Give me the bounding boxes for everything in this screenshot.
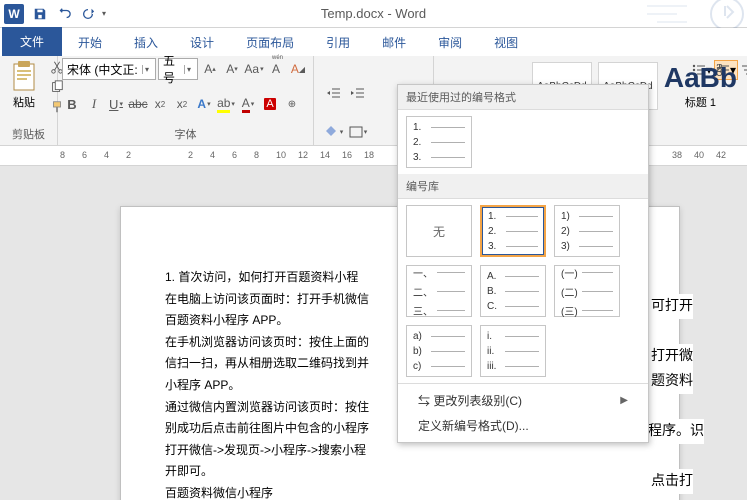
title-decoration <box>627 0 747 28</box>
tab-view[interactable]: 视图 <box>478 29 534 56</box>
save-icon[interactable] <box>30 4 50 24</box>
numbering-thumb-dot[interactable]: 1. 2. 3. <box>480 205 546 257</box>
panel-header-recent: 最近使用过的编号格式 <box>398 85 648 110</box>
clipboard-label: 剪贴板 <box>4 126 53 143</box>
doc-line[interactable]: 百题资料微信小程序 <box>165 483 635 500</box>
doc-fragment: 程序。识 <box>648 419 704 444</box>
numbering-thumb-abc-upper[interactable]: A. B. C. <box>480 265 546 317</box>
grow-font-icon[interactable]: A▴ <box>200 58 220 80</box>
font-color-button[interactable]: A▾ <box>238 93 258 115</box>
ribbon-tabs: 文件 开始 插入 设计 页面布局 引用 邮件 审阅 视图 <box>0 28 747 56</box>
paste-icon <box>8 60 40 94</box>
group-clipboard: 粘贴 剪贴板 <box>0 56 58 145</box>
tab-mailings[interactable]: 邮件 <box>366 29 422 56</box>
decrease-indent-icon[interactable] <box>324 82 344 104</box>
font-group-label: 字体 <box>62 126 309 143</box>
shrink-font-icon[interactable]: A▾ <box>222 58 242 80</box>
style-heading1-preview[interactable]: AaBb <box>664 62 737 94</box>
tab-references[interactable]: 引用 <box>310 29 366 56</box>
tab-layout[interactable]: 页面布局 <box>230 29 310 56</box>
underline-button[interactable]: U▾ <box>106 93 126 115</box>
font-name-combo[interactable]: 宋体 (中文正:▾ <box>62 58 156 80</box>
define-new-format-item[interactable]: 定义新编号格式(D)... <box>398 413 648 438</box>
tab-file[interactable]: 文件 <box>2 27 62 56</box>
numbering-thumb-paren[interactable]: 1) 2) 3) <box>554 205 620 257</box>
italic-button[interactable]: I <box>84 93 104 115</box>
shading-button[interactable]: ▾ <box>324 121 344 143</box>
paste-button[interactable]: 粘贴 <box>4 58 44 112</box>
clear-format-icon[interactable]: A◢ <box>288 58 308 80</box>
paste-label: 粘贴 <box>13 94 35 110</box>
doc-fragment: 题资料 <box>651 369 693 394</box>
numbering-thumb-chinese-paren[interactable]: (一) (二) (三) <box>554 265 620 317</box>
change-case-button[interactable]: Aa▾ <box>244 58 264 80</box>
numbering-dropdown-panel: 最近使用过的编号格式 1. 2. 3. 编号库 无 1. 2. 3. 1) 2)… <box>397 84 649 443</box>
group-font: 宋体 (中文正:▾ 五号▾ A▴ A▾ Aa▾ wénA A◢ B I U▾ a… <box>58 56 314 145</box>
quick-access-toolbar: ▾ <box>30 4 106 24</box>
doc-line[interactable]: 开即可。 <box>165 461 635 483</box>
numbering-thumb-roman[interactable]: i. ii. iii. <box>480 325 546 377</box>
doc-fragment: 点击打 <box>651 469 693 494</box>
doc-fragment: 可打开 <box>651 294 693 319</box>
char-shading-button[interactable]: ⊕ <box>282 93 302 115</box>
highlight-button[interactable]: ab▾ <box>216 93 236 115</box>
strike-button[interactable]: abc <box>128 93 148 115</box>
qat-customize-icon[interactable]: ▾ <box>102 9 106 18</box>
bold-button[interactable]: B <box>62 93 82 115</box>
panel-header-library: 编号库 <box>398 174 648 199</box>
tab-review[interactable]: 审阅 <box>422 29 478 56</box>
window-title: Temp.docx - Word <box>321 6 426 21</box>
phonetic-guide-icon[interactable]: wénA <box>266 58 286 80</box>
numbering-thumb-none[interactable]: 无 <box>406 205 472 257</box>
change-list-level-item[interactable]: ⇆ 更改列表级别(C)▶ <box>398 388 648 413</box>
undo-icon[interactable] <box>54 4 74 24</box>
borders-button[interactable]: ▾ <box>348 121 368 143</box>
text-effects-button[interactable]: A▾ <box>194 93 214 115</box>
superscript-button[interactable]: x2 <box>172 93 192 115</box>
char-border-button[interactable]: A <box>260 93 280 115</box>
word-app-icon: W <box>4 4 24 24</box>
numbering-thumb-abc-lower[interactable]: a) b) c) <box>406 325 472 377</box>
font-size-combo[interactable]: 五号▾ <box>158 58 198 80</box>
increase-indent-icon[interactable] <box>348 82 368 104</box>
numbering-thumb-dot-recent[interactable]: 1. 2. 3. <box>406 116 472 168</box>
numbering-thumb-chinese[interactable]: 一、 二、 三、 <box>406 265 472 317</box>
tab-home[interactable]: 开始 <box>62 29 118 56</box>
style-heading1-label: 标题 1 <box>685 94 716 110</box>
doc-fragment: 打开微 <box>651 344 693 369</box>
title-bar: W ▾ Temp.docx - Word <box>0 0 747 28</box>
redo-icon[interactable] <box>78 4 98 24</box>
subscript-button[interactable]: x2 <box>150 93 170 115</box>
